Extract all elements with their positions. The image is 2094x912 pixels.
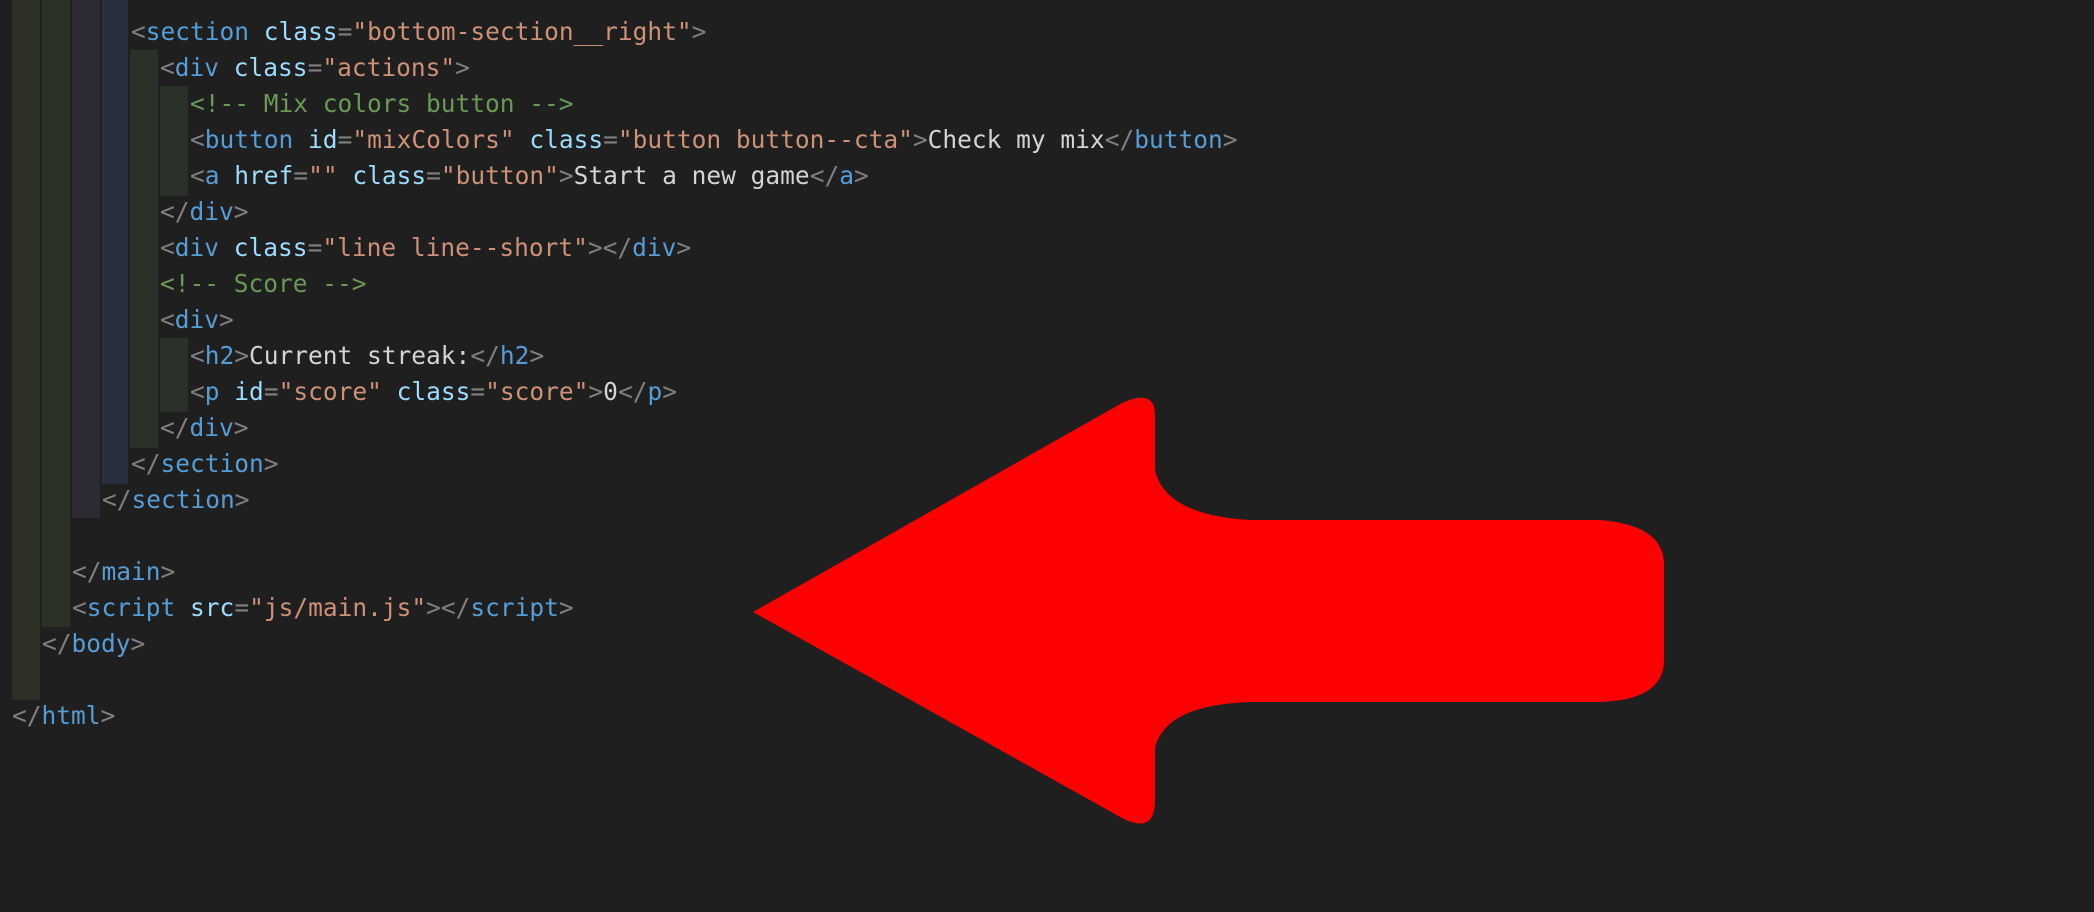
- code-editor[interactable]: <section class="bottom-section__right"> <…: [0, 0, 2094, 912]
- arrow-left-icon: [753, 397, 1664, 824]
